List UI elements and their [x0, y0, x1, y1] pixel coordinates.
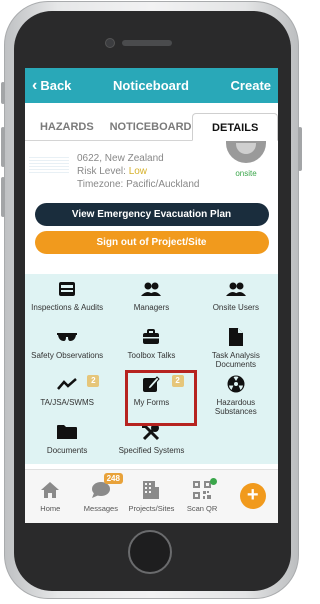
tabbar-item-add[interactable]: + [227, 470, 278, 523]
tab-bar: HAZARDS NOTICEBOARD DETAILS [25, 113, 278, 141]
site-timezone: Timezone: Pacific/Auckland [77, 179, 200, 190]
grid-item-toolbox-talks[interactable]: Toolbox Talks [109, 322, 193, 370]
navigation-bar: ‹ Back Noticeboard Create [25, 68, 278, 103]
document-icon [226, 327, 246, 347]
app-screen: ‹ Back Noticeboard Create HAZARDS NOTICE… [25, 68, 278, 523]
count-badge: 2 [87, 375, 100, 387]
users-icon [141, 279, 162, 299]
qr-icon [193, 480, 212, 500]
bottom-tab-bar: Home 248 Messages Projects/Sites Scan QR… [25, 469, 278, 523]
inbox-icon [57, 279, 77, 299]
power-button [298, 127, 302, 171]
tabbar-label: Home [40, 504, 61, 513]
grid-item-ta-jsa-swms[interactable]: 2 TA/JSA/SWMS [25, 369, 109, 417]
grid-item-label: Inspections & Audits [31, 303, 104, 312]
grid-item-managers[interactable]: Managers [109, 274, 193, 322]
grid-empty-cell [194, 417, 278, 465]
messages-count-badge: 248 [103, 473, 123, 484]
tabbar-label: Scan QR [186, 504, 218, 513]
tabbar-item-scan-qr[interactable]: Scan QR [177, 470, 228, 523]
sign-out-button[interactable]: Sign out of Project/Site [34, 231, 269, 254]
briefcase-icon [141, 327, 161, 347]
page-title: Noticeboard [113, 78, 189, 93]
grid-item-inspections-audits[interactable]: Inspections & Audits [25, 274, 109, 322]
home-icon [40, 480, 60, 500]
grid-item-label: Onsite Users [212, 303, 259, 312]
grid-item-label: Safety Observations [31, 350, 104, 360]
back-button[interactable]: ‹ Back [32, 76, 72, 94]
grid-item-task-analysis-documents[interactable]: Task Analysis Documents [194, 322, 278, 370]
tabbar-item-home[interactable]: Home [25, 470, 76, 523]
grid-item-label: Task Analysis Documents [211, 350, 260, 369]
grid-item-label: Toolbox Talks [127, 350, 176, 360]
my-forms-highlight-box [125, 370, 197, 426]
grid-item-label: Managers [133, 303, 170, 312]
redacted-site-name [29, 155, 69, 175]
volume-up-button [1, 127, 5, 167]
plus-icon[interactable]: + [239, 483, 266, 509]
grid-item-label: TA/JSA/SWMS [40, 398, 94, 407]
tab-noticeboard[interactable]: NOTICEBOARD [109, 113, 193, 140]
tab-hazards[interactable]: HAZARDS [25, 113, 109, 140]
radiation-icon [226, 374, 246, 394]
grid-item-documents[interactable]: Documents [25, 417, 109, 465]
volume-down-button [1, 177, 5, 217]
tabbar-label: Messages [83, 504, 118, 513]
mute-switch [1, 82, 5, 104]
site-details: 0622, New Zealand Risk Level: Low Timezo… [25, 141, 278, 199]
feature-grid: Inspections & Audits Managers Onsite Use… [25, 274, 278, 464]
risk-label: Risk Level: [77, 166, 129, 177]
back-label: Back [40, 78, 72, 93]
tabbar-label: Projects/Sites [128, 504, 175, 513]
users-icon [225, 279, 246, 299]
grid-item-safety-observations[interactable]: Safety Observations [25, 322, 109, 370]
chart-line-icon [57, 374, 77, 394]
grid-item-onsite-users[interactable]: Onsite Users [194, 274, 278, 322]
onsite-status: onsite [235, 169, 257, 178]
risk-value: Low [128, 166, 148, 177]
tabbar-item-messages[interactable]: 248 Messages [76, 470, 127, 523]
chevron-left-icon: ‹ [32, 76, 38, 94]
grid-item-hazardous-substances[interactable]: Hazardous Substances [194, 369, 278, 417]
status-dot [210, 478, 218, 485]
grid-item-label: Hazardous Substances [214, 398, 257, 416]
tabbar-item-projects-sites[interactable]: Projects/Sites [126, 470, 177, 523]
create-button[interactable]: Create [231, 78, 271, 93]
glasses-icon [57, 327, 78, 347]
user-status: onsite [224, 141, 268, 178]
building-icon [142, 480, 160, 500]
tab-details[interactable]: DETAILS [192, 113, 278, 141]
avatar [226, 141, 266, 163]
folder-icon [57, 422, 78, 442]
grid-item-label: Specified Systems [118, 445, 185, 455]
view-evacuation-plan-button[interactable]: View Emergency Evacuation Plan [34, 203, 269, 226]
grid-item-label: Documents [46, 445, 88, 455]
home-hardware-button[interactable] [128, 530, 172, 574]
speaker-grille [122, 40, 172, 46]
front-camera [105, 38, 115, 48]
